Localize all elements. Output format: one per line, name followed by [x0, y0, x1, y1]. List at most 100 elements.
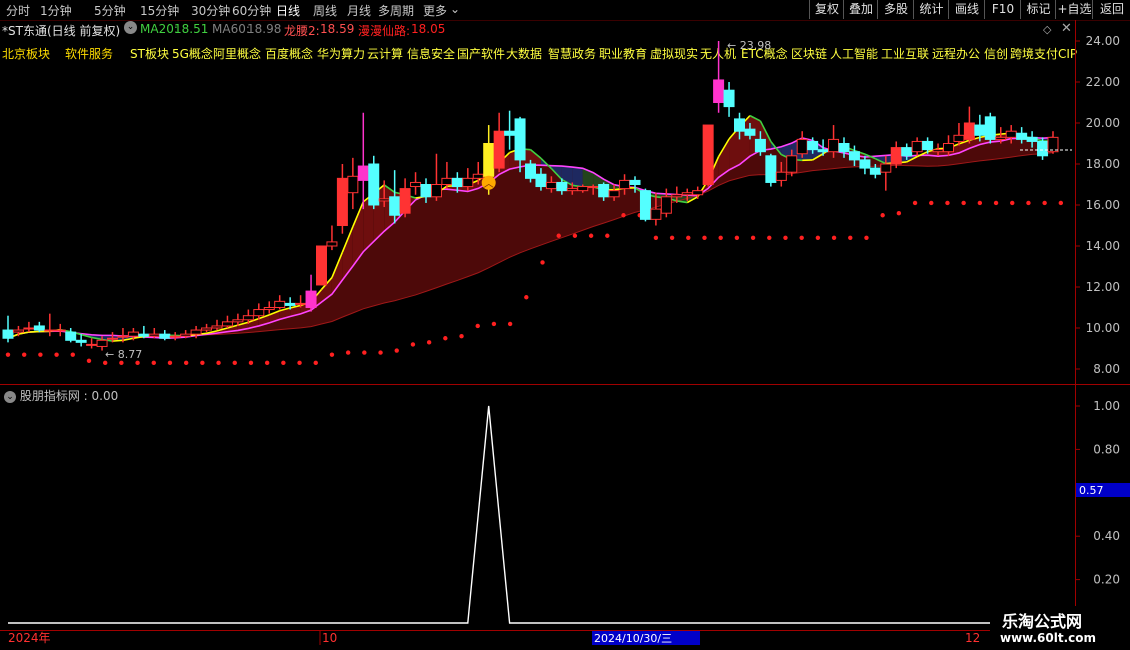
candle-body: [117, 335, 129, 338]
support-dot: [345, 350, 351, 355]
candle-body: [786, 155, 798, 173]
candle-body: [201, 327, 213, 331]
y-tick-label: 10.00: [1086, 321, 1120, 335]
candle-body: [598, 184, 610, 198]
trend-cloud: [572, 167, 583, 187]
support-dot: [896, 211, 902, 216]
support-dot: [880, 213, 885, 218]
candle-body: [619, 179, 631, 190]
candle-body: [713, 79, 725, 103]
candle-body: [880, 163, 892, 173]
support-dot: [540, 260, 545, 265]
candle-body: [932, 149, 944, 153]
candle-body: [347, 175, 359, 194]
support-dot: [475, 323, 480, 329]
candle-body: [911, 140, 923, 153]
candle-body: [159, 333, 171, 339]
support-dot: [977, 200, 983, 206]
candle-body: [138, 333, 150, 337]
support-dot: [605, 233, 610, 238]
candle-body: [148, 333, 160, 337]
candle-body: [127, 331, 139, 337]
candle-body: [974, 124, 986, 136]
candle-body: [984, 116, 996, 140]
y-tick-label: 16.00: [1086, 198, 1120, 212]
candle-body: [75, 339, 87, 343]
candle-body: [326, 241, 338, 247]
candle-body: [368, 163, 380, 206]
support-dot: [5, 352, 11, 357]
support-dot: [929, 200, 934, 206]
ind-y-tick-label: 1.00: [1093, 399, 1120, 413]
indicator-name: 股朋指标网: [19, 389, 80, 403]
indicator-current-label: 0.57: [1079, 484, 1104, 497]
candle-body: [378, 198, 390, 202]
support-dot: [38, 352, 43, 357]
candle-body: [44, 329, 56, 332]
support-dot: [1042, 200, 1047, 206]
candle-body: [587, 186, 599, 189]
candle-body: [859, 159, 871, 169]
candle-body: [65, 331, 77, 341]
candle-body: [901, 147, 913, 157]
candle-body: [775, 171, 787, 181]
ma20-line: [112, 339, 124, 342]
support-dot: [119, 360, 124, 366]
candle-body: [169, 335, 181, 338]
candle-body: [890, 147, 902, 165]
support-dot: [783, 235, 788, 240]
candle-body: [608, 190, 620, 198]
candle-body: [754, 138, 766, 153]
candle-body: [723, 89, 735, 108]
ind-y-tick-label: 0.80: [1093, 442, 1120, 456]
candle-body: [504, 130, 516, 136]
support-dot: [329, 352, 335, 357]
candle-body: [107, 337, 118, 340]
candle-body: [577, 186, 589, 192]
support-dot: [507, 321, 513, 327]
support-dot: [394, 348, 399, 353]
candle-body: [545, 181, 557, 190]
support-dot: [750, 235, 756, 240]
support-dot: [248, 360, 254, 366]
support-dot: [21, 352, 27, 357]
support-dot: [54, 352, 59, 357]
support-dot: [459, 334, 464, 339]
support-dot: [70, 352, 75, 357]
support-dot: [443, 336, 448, 341]
candle-body: [86, 343, 98, 346]
ind-y-tick-label: 0.20: [1093, 573, 1120, 587]
support-dot: [313, 360, 318, 366]
candle-body: [922, 140, 934, 151]
support-dot: [410, 342, 416, 347]
support-dot: [297, 360, 302, 366]
candle-body: [274, 300, 286, 309]
support-dot: [767, 235, 772, 240]
candle-body: [190, 329, 202, 335]
candle-body: [681, 192, 693, 196]
support-dot: [362, 350, 367, 355]
support-dot: [669, 235, 675, 240]
candle-body: [817, 149, 829, 153]
candle-body: [963, 122, 975, 140]
candle-body: [2, 329, 14, 339]
candle-body: [1037, 140, 1049, 157]
candle-body: [232, 319, 244, 323]
support-dot: [815, 235, 821, 240]
indicator-value: 0.00: [91, 389, 119, 403]
y-tick-label: 18.00: [1086, 157, 1120, 171]
candle-body: [253, 309, 265, 317]
candle-body: [848, 151, 860, 161]
candle-body: [441, 177, 453, 186]
support-dot: [1058, 200, 1064, 206]
candle-body: [556, 181, 568, 192]
date-cursor-label: 2024/10/30/三: [594, 632, 672, 645]
support-dot: [102, 360, 108, 366]
candle-body: [493, 130, 505, 169]
y-tick-label: 8.00: [1093, 362, 1120, 376]
candle-body: [535, 173, 547, 188]
support-dot: [264, 360, 270, 366]
buy-signal-glyph: ︿: [484, 179, 494, 190]
candle-body: [483, 143, 495, 177]
chevron-down-icon[interactable]: ⌄: [4, 390, 16, 403]
